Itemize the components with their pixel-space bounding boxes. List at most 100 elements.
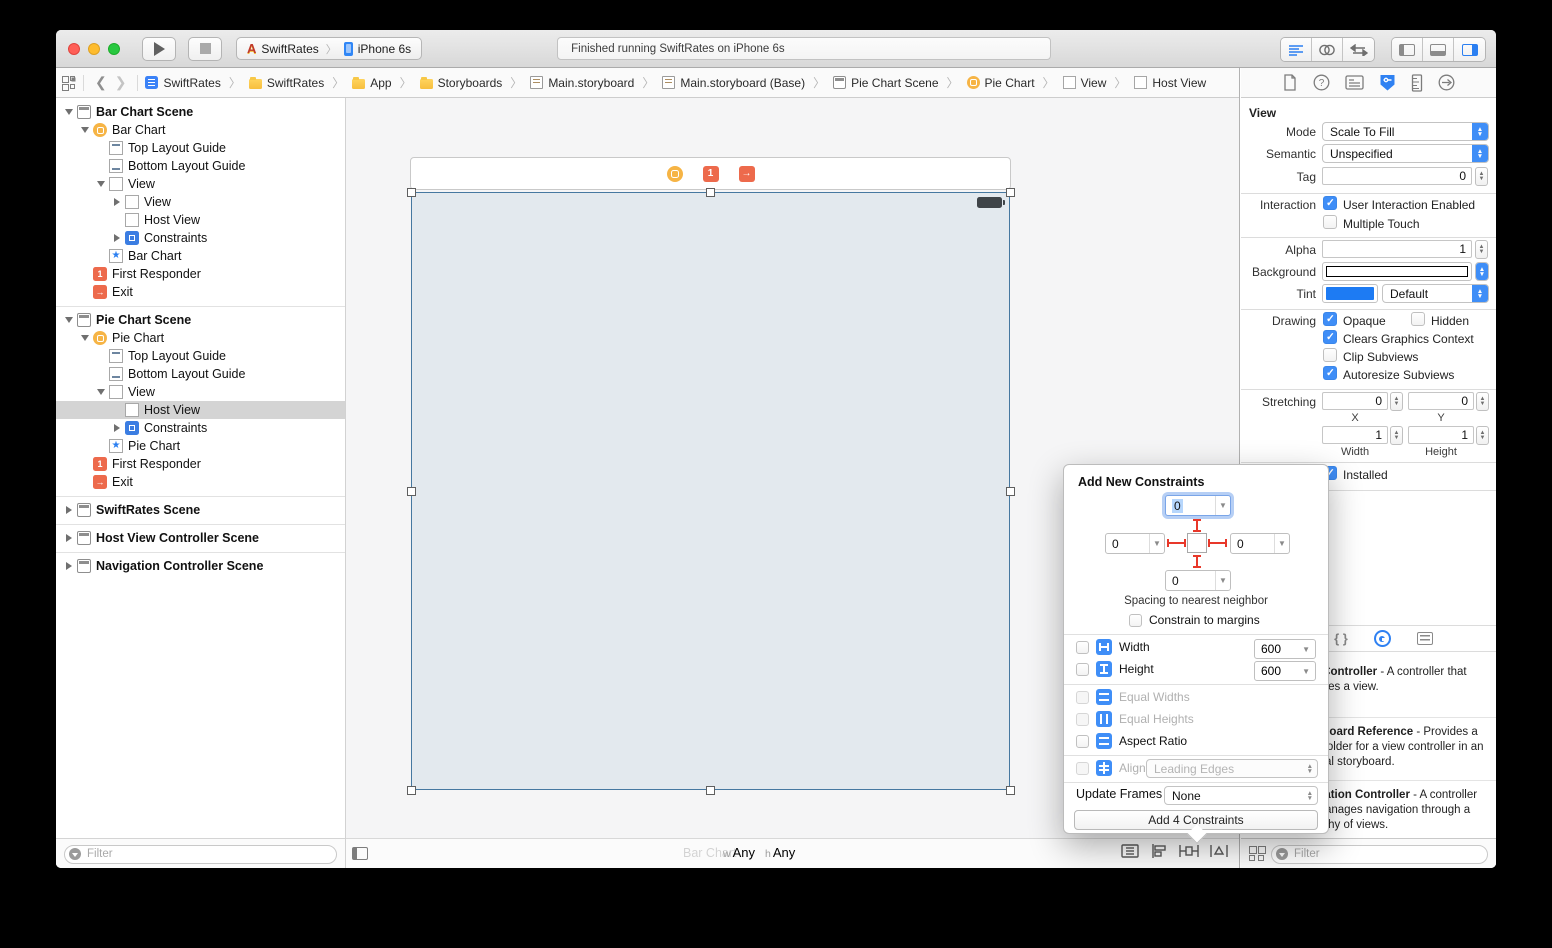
stretch-height-stepper[interactable]: ▲▼ <box>1476 426 1489 445</box>
breadcrumb-item[interactable]: Pie Chart <box>967 76 1035 90</box>
breadcrumb-item[interactable]: Main.storyboard (Base) <box>662 76 805 90</box>
disclosure-triangle-icon[interactable] <box>80 335 90 341</box>
top-constraint-beam[interactable] <box>1196 519 1198 532</box>
background-color-well[interactable] <box>1322 262 1472 281</box>
top-spacing-combo[interactable]: 0▼ <box>1165 495 1231 516</box>
align-checkbox[interactable] <box>1076 762 1089 775</box>
outline-row-bar-chart-scene[interactable]: Bar Chart Scene <box>56 103 345 121</box>
disclosure-triangle-icon[interactable] <box>112 198 122 206</box>
size-class-control[interactable]: wAny hAny <box>723 845 795 860</box>
disclosure-triangle-icon[interactable] <box>64 506 74 514</box>
disclosure-triangle-icon[interactable] <box>64 562 74 570</box>
outline-row-pie-chart-scene[interactable]: Pie Chart Scene <box>56 311 345 329</box>
breadcrumb-item[interactable]: Main.storyboard <box>530 76 634 90</box>
left-spacing-combo[interactable]: 0▼ <box>1105 533 1165 554</box>
outline-row-first-responder[interactable]: First Responder <box>56 265 345 283</box>
bottom-constraint-beam[interactable] <box>1196 555 1198 568</box>
library-filter-input[interactable] <box>1271 845 1488 864</box>
identity-inspector-tab[interactable] <box>1345 75 1364 90</box>
outline-row-view[interactable]: View <box>56 383 345 401</box>
resize-handle-bottom-center[interactable] <box>706 786 715 795</box>
height-checkbox[interactable] <box>1076 663 1089 676</box>
breadcrumb-item[interactable]: View <box>1063 76 1107 90</box>
align-button[interactable] <box>1149 843 1169 859</box>
constrain-to-margins-checkbox[interactable] <box>1129 614 1142 627</box>
left-constraint-beam[interactable] <box>1167 542 1186 544</box>
tag-field[interactable]: 0 <box>1322 167 1472 185</box>
run-button[interactable] <box>142 37 176 61</box>
breadcrumb-item[interactable]: Storyboards <box>420 76 503 90</box>
first-responder-icon[interactable] <box>703 166 719 182</box>
stretch-width-stepper[interactable]: ▲▼ <box>1390 426 1403 445</box>
toggle-document-outline-button[interactable] <box>352 847 368 860</box>
tag-stepper[interactable]: ▲▼ <box>1475 167 1488 186</box>
standard-editor-button[interactable] <box>1281 38 1312 61</box>
back-button[interactable]: ❮ <box>91 74 111 91</box>
breadcrumb-item[interactable]: SwiftRates <box>145 76 220 90</box>
toggle-inspectors-button[interactable] <box>1454 38 1485 61</box>
aspect-ratio-checkbox[interactable] <box>1076 735 1089 748</box>
resize-handle-bottom-right[interactable] <box>1006 786 1015 795</box>
stretch-y-stepper[interactable]: ▲▼ <box>1476 392 1489 411</box>
resolve-auto-layout-issues-button[interactable] <box>1209 843 1229 859</box>
outline-row-exit[interactable]: Exit <box>56 283 345 301</box>
resize-handle-top-left[interactable] <box>407 188 416 197</box>
right-constraint-beam[interactable] <box>1208 542 1227 544</box>
alpha-field[interactable]: 1 <box>1322 240 1472 258</box>
outline-row-host-view[interactable]: Host View <box>56 401 345 419</box>
version-editor-button[interactable] <box>1343 38 1374 61</box>
mode-popup[interactable]: Scale To Fill▲▼ <box>1322 122 1489 141</box>
code-snippets-library-tab[interactable]: { } <box>1334 631 1348 646</box>
stretch-x-field[interactable]: 0 <box>1322 392 1388 410</box>
outline-row-host-view-controller-scene[interactable]: Host View Controller Scene <box>56 529 345 547</box>
outline-row-top-layout-guide[interactable]: Top Layout Guide <box>56 347 345 365</box>
close-window-button[interactable] <box>68 43 80 55</box>
library-grid-view-icon[interactable] <box>1249 846 1264 861</box>
embed-in-stack-button[interactable] <box>1120 843 1140 859</box>
align-popup[interactable]: Leading Edges▲▼ <box>1146 759 1318 778</box>
outline-row-exit[interactable]: Exit <box>56 473 345 491</box>
clears-graphics-checkbox[interactable] <box>1323 330 1337 344</box>
tint-color-well[interactable] <box>1322 284 1378 303</box>
outline-row-bar-chart[interactable]: Bar Chart <box>56 121 345 139</box>
outline-row-pie-chart[interactable]: Pie Chart <box>56 437 345 455</box>
outline-row-view[interactable]: View <box>56 193 345 211</box>
outline-row-navigation-controller-scene[interactable]: Navigation Controller Scene <box>56 557 345 575</box>
stretch-height-field[interactable]: 1 <box>1408 426 1474 444</box>
view-controller-icon[interactable] <box>667 166 683 182</box>
clip-subviews-checkbox[interactable] <box>1323 348 1337 362</box>
height-value-combo[interactable]: 600▼ <box>1254 661 1316 681</box>
resize-handle-top-center[interactable] <box>706 188 715 197</box>
disclosure-triangle-icon[interactable] <box>64 317 74 323</box>
add-new-constraints-button[interactable] <box>1178 843 1200 859</box>
autoresize-checkbox[interactable] <box>1323 366 1337 380</box>
resize-handle-bottom-left[interactable] <box>407 786 416 795</box>
resize-handle-middle-left[interactable] <box>407 487 416 496</box>
outline-row-view[interactable]: View <box>56 175 345 193</box>
connections-inspector-tab[interactable] <box>1438 74 1455 91</box>
outline-row-swiftrates-scene[interactable]: SwiftRates Scene <box>56 501 345 519</box>
quick-help-inspector-tab[interactable]: ? <box>1313 74 1330 91</box>
multiple-touch-checkbox[interactable] <box>1323 215 1337 229</box>
disclosure-triangle-icon[interactable] <box>112 424 122 432</box>
outline-row-bar-chart[interactable]: Bar Chart <box>56 247 345 265</box>
breadcrumb-item[interactable]: Host View <box>1134 76 1206 90</box>
media-library-tab[interactable] <box>1417 632 1433 645</box>
width-checkbox[interactable] <box>1076 641 1089 654</box>
tint-popup[interactable]: Default▲▼ <box>1382 284 1489 303</box>
semantic-popup[interactable]: Unspecified▲▼ <box>1322 144 1489 163</box>
selected-host-view[interactable] <box>411 192 1010 790</box>
minimize-window-button[interactable] <box>88 43 100 55</box>
related-items-icon[interactable] <box>62 76 76 90</box>
outline-row-first-responder[interactable]: First Responder <box>56 455 345 473</box>
update-frames-popup[interactable]: None▲▼ <box>1164 786 1318 805</box>
opaque-checkbox[interactable] <box>1323 312 1337 326</box>
toggle-navigator-button[interactable] <box>1392 38 1423 61</box>
background-color-popup[interactable]: ▲▼ <box>1475 262 1489 281</box>
alpha-stepper[interactable]: ▲▼ <box>1475 240 1488 259</box>
outline-row-bottom-layout-guide[interactable]: Bottom Layout Guide <box>56 157 345 175</box>
disclosure-triangle-icon[interactable] <box>96 389 106 395</box>
object-library-tab-selected[interactable] <box>1374 630 1391 647</box>
user-interaction-checkbox[interactable] <box>1323 196 1337 210</box>
scheme-selector[interactable]: A SwiftRates 〉 iPhone 6s <box>236 37 422 60</box>
